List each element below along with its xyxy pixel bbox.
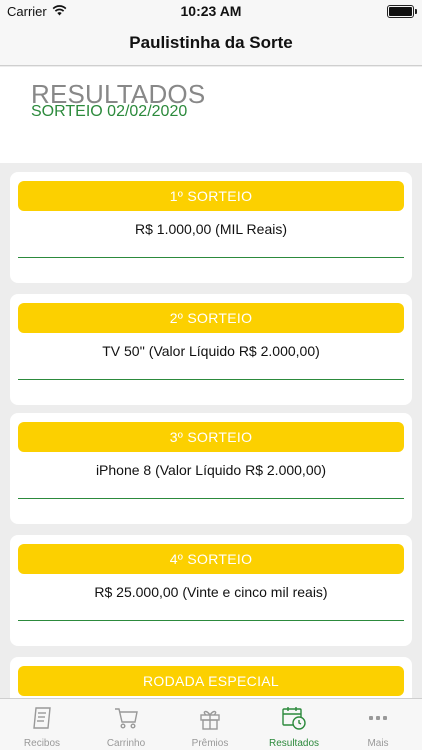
draw-card: 1º SORTEIO R$ 1.000,00 (MIL Reais) [10, 172, 412, 283]
divider [18, 620, 404, 621]
draw-card: 3º SORTEIO iPhone 8 (Valor Líquido R$ 2.… [10, 413, 412, 524]
clock: 10:23 AM [180, 3, 242, 19]
calendar-clock-icon [282, 707, 306, 730]
tab-label: Prêmios [191, 738, 229, 749]
draw-title: 4º SORTEIO [18, 544, 404, 574]
page-title: Paulistinha da Sorte [129, 33, 293, 52]
draw-title: 2º SORTEIO [18, 303, 404, 333]
results-header: RESULTADOS SORTEIO 02/02/2020 [0, 67, 422, 163]
draw-card: 4º SORTEIO R$ 25.000,00 (Vinte e cinco m… [10, 535, 412, 646]
draw-prize: R$ 25.000,00 (Vinte e cinco mil reais) [94, 584, 328, 600]
receipt-icon [33, 707, 51, 729]
draw-prize: R$ 1.000,00 (MIL Reais) [135, 221, 287, 237]
draw-title: 3º SORTEIO [18, 422, 404, 452]
draw-card: 2º SORTEIO TV 50'' (Valor Líquido R$ 2.0… [10, 294, 412, 405]
divider [18, 257, 404, 258]
tab-recibos[interactable]: Recibos [0, 699, 84, 750]
draw-title: RODADA ESPECIAL [18, 666, 404, 696]
divider [18, 379, 404, 380]
tab-resultados[interactable]: Resultados [252, 699, 336, 750]
tab-carrinho[interactable]: Carrinho [84, 699, 168, 750]
cart-icon [115, 708, 138, 729]
draw-card: RODADA ESPECIAL [10, 657, 412, 698]
battery-icon [387, 5, 417, 18]
tab-label: Recibos [23, 738, 61, 749]
results-list[interactable]: 1º SORTEIO R$ 1.000,00 (MIL Reais) 2º SO… [0, 163, 422, 698]
draw-prize: iPhone 8 (Valor Líquido R$ 2.000,00) [95, 462, 327, 478]
more-icon [369, 716, 387, 720]
tab-premios[interactable]: Prêmios [168, 699, 252, 750]
tab-label: Carrinho [106, 738, 146, 749]
draw-title: 1º SORTEIO [18, 181, 404, 211]
status-bar: Carrier 10:23 AM [0, 0, 422, 22]
tab-label: Resultados [268, 738, 320, 749]
draw-prize: TV 50'' (Valor Líquido R$ 2.000,00) [102, 343, 320, 359]
divider [18, 498, 404, 499]
tab-label: Mais [367, 738, 389, 749]
gift-icon [200, 710, 220, 730]
tab-mais[interactable]: Mais [336, 699, 420, 750]
draw-date: SORTEIO 02/02/2020 [31, 103, 188, 120]
tab-bar: Recibos Carrinho Prêmios Resultados Mais [0, 698, 422, 750]
nav-bar: Paulistinha da Sorte [0, 22, 422, 66]
